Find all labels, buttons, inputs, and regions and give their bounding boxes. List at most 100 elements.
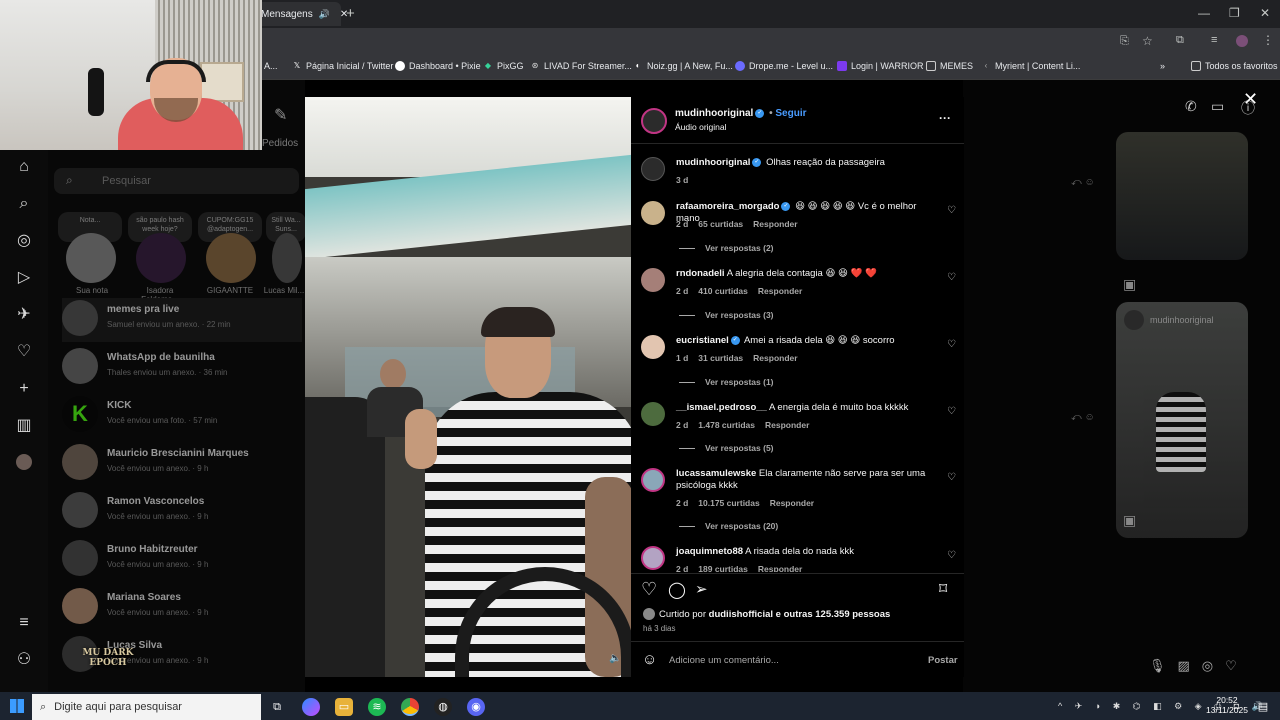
like-comment-icon[interactable]: ♡	[947, 550, 956, 561]
menu-icon[interactable]: ≡	[14, 613, 34, 633]
notifications-icon[interactable]: ♡	[14, 342, 34, 362]
bookmarks-overflow-icon[interactable]: »	[1160, 61, 1165, 71]
conversation-item[interactable]: memes pra live Samuel enviou um anexo. ·…	[62, 298, 302, 342]
dashboard-icon[interactable]: ▥	[14, 416, 34, 436]
like-comment-icon[interactable]: ♡	[947, 272, 956, 283]
conversation-item[interactable]: K KICK Você enviou uma foto. · 57 min	[62, 394, 292, 438]
note-avatar[interactable]	[136, 233, 186, 283]
all-bookmarks-folder[interactable]: Todos os favoritos	[1191, 61, 1278, 71]
follow-button[interactable]: Seguir	[775, 108, 806, 119]
shared-reel-card[interactable]: mudinhooriginal	[1116, 302, 1248, 538]
post-button[interactable]: Postar	[928, 655, 958, 666]
bookmark-item[interactable]: ◆ PixGG	[483, 61, 524, 71]
bookmark-item[interactable]: ‹ Myrient | Content Li...	[981, 61, 1081, 71]
composer-icons[interactable]: 🎙▨◎♡	[1149, 658, 1249, 674]
extensions-icon[interactable]: ⧉	[1176, 34, 1184, 47]
bookmark-item[interactable]: A...	[264, 61, 278, 71]
copilot-icon[interactable]	[302, 698, 320, 716]
create-icon[interactable]: +	[14, 379, 34, 399]
obs-icon[interactable]: ◍	[434, 698, 452, 716]
note-avatar[interactable]	[272, 233, 302, 283]
shared-media-thumb[interactable]	[1116, 132, 1248, 260]
avatar[interactable]	[641, 546, 665, 570]
profile-avatar[interactable]	[16, 454, 32, 470]
view-replies[interactable]: Ver respostas (2)	[679, 243, 774, 253]
taskbar-search[interactable]: ⌕ Digite aqui para pesquisar	[32, 694, 261, 720]
likes-summary[interactable]: Curtido por dudiishofficial e outras 125…	[659, 609, 890, 620]
close-modal-icon[interactable]: ✕	[1243, 89, 1258, 110]
bookmark-item[interactable]: Login | WARRIOR	[837, 61, 924, 71]
avatar[interactable]	[641, 201, 665, 225]
avatar[interactable]	[641, 402, 665, 426]
note-avatar[interactable]	[206, 233, 256, 283]
restore-icon[interactable]: ❐	[1229, 6, 1240, 20]
explore-icon[interactable]: ◎	[14, 231, 34, 251]
minimize-icon[interactable]: —	[1198, 6, 1210, 20]
reel-video[interactable]: 🔈	[305, 97, 631, 677]
avatar[interactable]	[641, 335, 665, 359]
bookmark-item[interactable]: ⊛ LIVAD For Streamer...	[530, 61, 632, 71]
install-icon[interactable]: ⎘	[1120, 35, 1129, 48]
spotify-icon[interactable]: ≋	[368, 698, 386, 716]
chrome-icon[interactable]	[401, 698, 419, 716]
reels-icon[interactable]: ▷	[14, 268, 34, 288]
bookmark-folder[interactable]: MEMES	[926, 61, 973, 71]
compose-icon[interactable]: ✎	[274, 105, 287, 125]
reply-icon[interactable]: ⤺ ☺	[1071, 412, 1095, 423]
kebab-menu-icon[interactable]: ⋮	[1262, 33, 1274, 47]
like-icon[interactable]: ♡	[641, 579, 657, 600]
phone-icon[interactable]: ✆	[1185, 98, 1197, 115]
star-icon[interactable]: ☆	[1142, 34, 1153, 48]
like-comment-icon[interactable]: ♡	[947, 406, 956, 417]
conversation-item[interactable]: Mauricio Brescianini Marques Você enviou…	[62, 442, 292, 486]
like-comment-icon[interactable]: ♡	[947, 339, 956, 350]
note-avatar[interactable]	[66, 233, 116, 283]
view-replies[interactable]: Ver respostas (20)	[679, 521, 778, 531]
emoji-icon[interactable]: ☺	[642, 651, 657, 668]
media-icon[interactable]: ≡	[1211, 34, 1217, 46]
new-tab-button[interactable]: +	[346, 5, 355, 22]
search-icon[interactable]: ⌕	[14, 194, 34, 214]
pedidos-link[interactable]: Pedidos	[262, 138, 298, 149]
share-icon[interactable]: ➢	[695, 580, 708, 598]
mute-icon[interactable]: 🔈	[609, 653, 621, 664]
conversation-item[interactable]: Bruno Habitzreuter Você enviou um anexo.…	[62, 538, 292, 582]
conversation-item[interactable]: Ramon Vasconcelos Você enviou um anexo. …	[62, 490, 292, 534]
avatar[interactable]	[641, 268, 665, 292]
bookmark-item[interactable]: Drope.me - Level u...	[735, 61, 833, 71]
notification-center-icon[interactable]: ▤	[1254, 698, 1272, 716]
task-view-icon[interactable]: ⧉	[268, 698, 286, 716]
conversation-item[interactable]: Mariana Soares Você enviou um anexo. · 9…	[62, 586, 292, 630]
clock[interactable]: 20:52 13/11/2025	[1202, 695, 1252, 715]
save-icon[interactable]: ⌑	[939, 579, 947, 599]
more-options-icon[interactable]: ···	[939, 111, 951, 125]
comment-input[interactable]: Adicione um comentário...	[669, 655, 779, 666]
home-icon[interactable]: ⌂	[14, 157, 34, 177]
like-comment-icon[interactable]: ♡	[947, 205, 956, 216]
view-replies[interactable]: Ver respostas (3)	[679, 310, 774, 320]
messages-icon[interactable]: ✈	[14, 305, 34, 325]
comment-icon[interactable]: ◯	[668, 580, 686, 600]
threads-icon[interactable]: ⚇	[14, 650, 34, 670]
bookmark-item[interactable]: Dashboard • Pixie	[395, 61, 481, 71]
window-close-icon[interactable]: ✕	[1260, 6, 1270, 20]
bookmark-item[interactable]: 𝕏 Página Inicial / Twitter	[292, 61, 394, 71]
file-explorer-icon[interactable]: ▭	[335, 698, 353, 716]
conversation-item[interactable]: WhatsApp de baunilha Thales enviou um an…	[62, 346, 292, 390]
avatar[interactable]	[641, 157, 665, 181]
video-call-icon[interactable]: ▭	[1211, 98, 1224, 115]
avatar[interactable]	[641, 468, 665, 492]
author-avatar[interactable]	[641, 108, 667, 134]
reply-icon[interactable]: ⤺ ☺	[1071, 177, 1095, 188]
view-replies[interactable]: Ver respostas (1)	[679, 377, 774, 387]
search-input[interactable]: ⌕ Pesquisar	[54, 168, 299, 194]
discord-icon[interactable]: ◉	[467, 698, 485, 716]
audio-label[interactable]: Áudio original	[675, 122, 727, 132]
tab-audio-icon[interactable]: 🔊	[319, 9, 330, 20]
profile-avatar[interactable]	[1236, 35, 1248, 47]
view-replies[interactable]: Ver respostas (5)	[679, 443, 774, 453]
browser-tab[interactable]: Mensagens 🔊 ✕	[255, 2, 348, 26]
author-username[interactable]: mudinhooriginal	[675, 108, 753, 119]
bookmark-item[interactable]: ◐ Noiz.gg | A New, Fu...	[633, 61, 733, 71]
windows-start-icon[interactable]	[10, 699, 24, 713]
